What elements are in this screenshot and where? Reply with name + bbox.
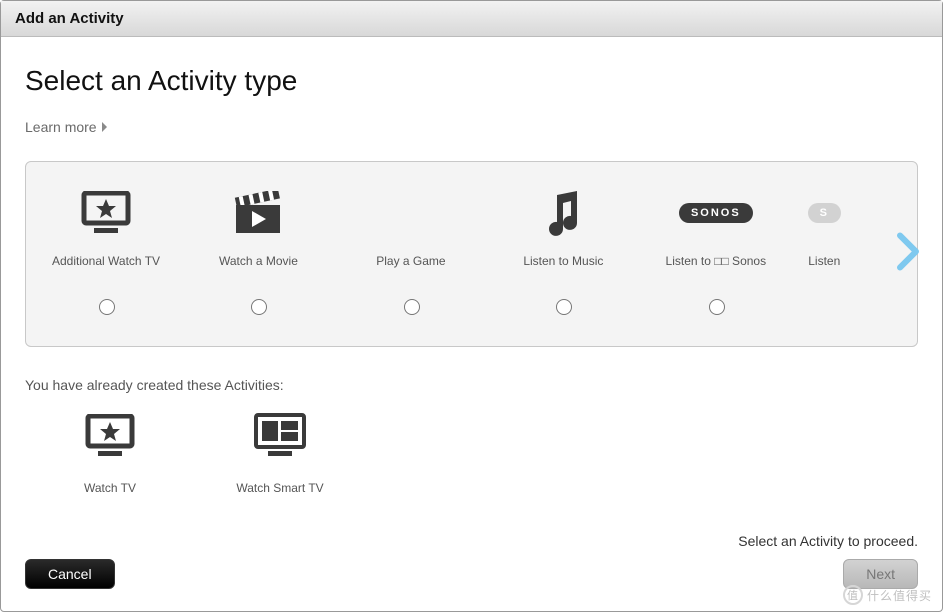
proceed-hint: Select an Activity to proceed.	[738, 533, 918, 549]
learn-more-label: Learn more	[25, 119, 97, 135]
existing-tile-watch-tv: Watch TV	[25, 407, 195, 495]
learn-more-link[interactable]: Learn more	[25, 119, 109, 135]
activity-tile-additional-watch-tv[interactable]: Additional Watch TV	[32, 184, 180, 320]
existing-tile-watch-smart-tv: Watch Smart TV	[195, 407, 365, 495]
tv-star-icon	[32, 184, 180, 242]
music-note-icon	[489, 184, 637, 242]
sonos-ghost-icon: S	[794, 184, 854, 242]
activity-label: Watch a Movie	[184, 254, 332, 268]
activity-radio-listen-to-sonos[interactable]	[709, 299, 725, 315]
activity-radio-additional-watch-tv[interactable]	[99, 299, 115, 315]
activity-label: Listen to □□ Sonos	[642, 254, 790, 268]
activity-tile-play-a-game[interactable]: Play a Game	[337, 184, 485, 320]
window-title: Add an Activity	[15, 10, 124, 27]
activity-tile-listen-to-music[interactable]: Listen to Music	[489, 184, 637, 320]
activity-carousel: Additional Watch TV Watch a Movie Play a…	[25, 161, 918, 347]
existing-activities-row: Watch TV Watch Smart TV	[25, 407, 918, 495]
activity-tile-listen-to-sonos[interactable]: SONOS Listen to □□ Sonos	[642, 184, 790, 320]
tv-grid-icon	[195, 407, 365, 465]
activity-radio-listen-to-music[interactable]	[556, 299, 572, 315]
activity-tile-watch-a-movie[interactable]: Watch a Movie	[184, 184, 332, 320]
sonos-icon: SONOS	[642, 184, 790, 242]
carousel-next-button[interactable]	[894, 232, 922, 277]
activity-radio-play-a-game[interactable]	[404, 299, 420, 315]
cancel-button[interactable]: Cancel	[25, 559, 115, 589]
existing-label: Watch Smart TV	[195, 481, 365, 495]
clapper-icon	[184, 184, 332, 242]
existing-label: Watch TV	[25, 481, 195, 495]
activity-label: Listen	[794, 254, 854, 268]
activity-label: Additional Watch TV	[32, 254, 180, 268]
activity-radio-watch-a-movie[interactable]	[251, 299, 267, 315]
activity-label: Listen to Music	[489, 254, 637, 268]
page-title: Select an Activity type	[25, 65, 918, 97]
watermark-text: 什么值得买	[867, 587, 932, 604]
activity-label: Play a Game	[337, 254, 485, 268]
window-titlebar: Add an Activity	[1, 1, 942, 37]
game-icon	[337, 184, 485, 242]
next-button: Next	[843, 559, 918, 589]
tv-star-icon	[25, 407, 195, 465]
existing-activities-label: You have already created these Activitie…	[25, 377, 918, 393]
activity-tile-partial[interactable]: S Listen	[794, 184, 854, 268]
chevron-right-icon	[101, 119, 109, 135]
